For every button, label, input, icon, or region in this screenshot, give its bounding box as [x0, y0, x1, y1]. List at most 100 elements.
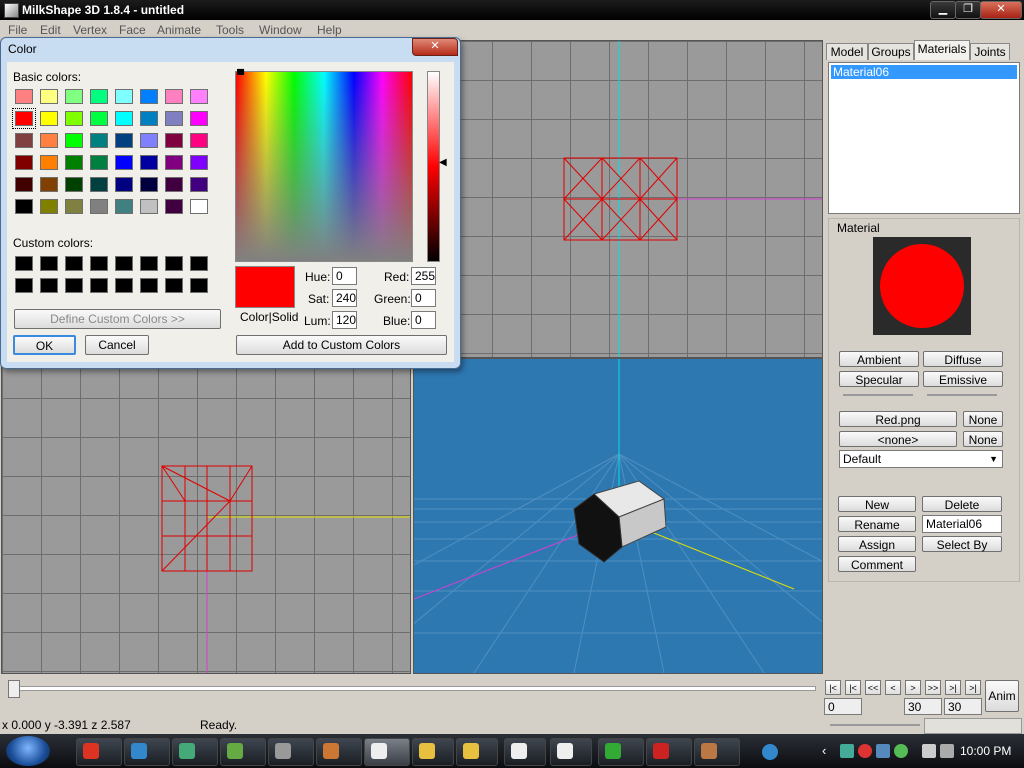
delete-button[interactable]: Delete [922, 496, 1002, 512]
tray-icon[interactable] [840, 744, 854, 758]
basic-color-swatch[interactable] [190, 111, 208, 126]
texture-button[interactable]: Red.png [839, 411, 957, 427]
basic-color-swatch[interactable] [140, 89, 158, 104]
taskbar-item-app2[interactable] [268, 738, 314, 766]
basic-color-swatch[interactable] [12, 108, 36, 129]
anim-button[interactable]: Anim [985, 680, 1019, 712]
transparency-slider[interactable] [927, 394, 997, 396]
basic-color-swatch[interactable] [115, 89, 133, 104]
basic-color-swatch[interactable] [40, 155, 58, 170]
viewport-top-right[interactable] [413, 40, 823, 358]
nav-prev-button[interactable]: < [885, 680, 901, 695]
custom-color-swatch[interactable] [15, 256, 33, 271]
list-item[interactable]: Material06 [831, 65, 1017, 79]
custom-color-swatch[interactable] [165, 278, 183, 293]
custom-color-swatch[interactable] [40, 256, 58, 271]
basic-color-swatch[interactable] [190, 177, 208, 192]
texture-none-button[interactable]: None [963, 411, 1003, 427]
diffuse-button[interactable]: Diffuse [923, 351, 1003, 367]
basic-color-swatch[interactable] [15, 155, 33, 170]
nav-last-button[interactable]: >| [965, 680, 981, 695]
menu-window[interactable]: Window [259, 23, 302, 37]
basic-color-swatch[interactable] [40, 133, 58, 148]
basic-color-swatch[interactable] [140, 133, 158, 148]
basic-color-swatch[interactable] [140, 199, 158, 214]
luminance-pointer-icon[interactable]: ◀ [439, 157, 447, 168]
basic-color-swatch[interactable] [65, 199, 83, 214]
menu-face[interactable]: Face [119, 23, 146, 37]
basic-color-swatch[interactable] [40, 111, 58, 126]
basic-color-swatch[interactable] [90, 155, 108, 170]
basic-color-swatch[interactable] [115, 155, 133, 170]
taskbar-item-folder3[interactable] [456, 738, 498, 766]
nav-forward-button[interactable]: >> [925, 680, 941, 695]
taskbar-item-b2[interactable] [550, 738, 592, 766]
menu-edit[interactable]: Edit [40, 23, 61, 37]
taskbar-item-tools[interactable] [694, 738, 740, 766]
hue-input[interactable]: 0 [332, 267, 357, 285]
material-name-input[interactable]: Material06 [922, 515, 1002, 533]
basic-color-swatch[interactable] [65, 133, 83, 148]
ie-quicklaunch-icon[interactable] [762, 744, 778, 760]
basic-color-swatch[interactable] [165, 89, 183, 104]
taskbar-item-b1[interactable] [504, 738, 546, 766]
rename-button[interactable]: Rename [838, 516, 916, 532]
custom-color-swatch[interactable] [140, 256, 158, 271]
basic-color-swatch[interactable] [15, 199, 33, 214]
menu-help[interactable]: Help [317, 23, 342, 37]
basic-color-swatch[interactable] [140, 111, 158, 126]
blue-input[interactable]: 0 [411, 311, 436, 329]
maximize-button[interactable]: ❐ [955, 1, 981, 19]
nav-rewind-button[interactable]: << [865, 680, 881, 695]
frame-end-field[interactable]: 30 [904, 698, 942, 715]
basic-color-swatch[interactable] [190, 89, 208, 104]
basic-color-swatch[interactable] [90, 89, 108, 104]
menu-tools[interactable]: Tools [216, 23, 244, 37]
basic-color-swatch[interactable] [140, 155, 158, 170]
viewport-bottom-left[interactable] [1, 358, 411, 674]
tray-network-icon[interactable] [876, 744, 890, 758]
lum-input[interactable]: 120 [332, 311, 357, 329]
menu-vertex[interactable]: Vertex [73, 23, 107, 37]
tab-model[interactable]: Model [826, 43, 868, 60]
basic-color-swatch[interactable] [90, 199, 108, 214]
basic-color-swatch[interactable] [190, 155, 208, 170]
nav-first-button[interactable]: |< [825, 680, 841, 695]
cancel-button[interactable]: Cancel [85, 335, 149, 355]
custom-color-swatch[interactable] [65, 278, 83, 293]
dialog-close-button[interactable]: ✕ [412, 38, 458, 56]
basic-color-swatch[interactable] [165, 133, 183, 148]
green-input[interactable]: 0 [411, 289, 436, 307]
custom-color-swatch[interactable] [190, 278, 208, 293]
basic-color-swatch[interactable] [190, 133, 208, 148]
ok-button[interactable]: OK [13, 335, 76, 355]
tray-aim-icon[interactable] [858, 744, 872, 758]
tray-display-icon[interactable] [922, 744, 936, 758]
new-button[interactable]: New [838, 496, 916, 512]
custom-color-swatch[interactable] [190, 256, 208, 271]
custom-color-swatch[interactable] [165, 256, 183, 271]
emissive-button[interactable]: Emissive [923, 371, 1003, 387]
basic-color-swatch[interactable] [115, 199, 133, 214]
taskbar-item-app[interactable] [220, 738, 266, 766]
sat-input[interactable]: 240 [332, 289, 357, 307]
custom-color-swatch[interactable] [90, 256, 108, 271]
basic-color-swatch[interactable] [115, 133, 133, 148]
specular-button[interactable]: Specular [839, 371, 919, 387]
taskbar-item-milkshape[interactable] [364, 738, 410, 766]
frame-slider-thumb[interactable] [8, 680, 20, 698]
close-button[interactable]: ✕ [980, 1, 1022, 19]
mode-select[interactable]: Default ▼ [839, 450, 1003, 468]
basic-color-swatch[interactable] [90, 177, 108, 192]
basic-color-swatch[interactable] [40, 177, 58, 192]
assign-button[interactable]: Assign [838, 536, 916, 552]
alpha-none-button[interactable]: None [963, 431, 1003, 447]
basic-color-swatch[interactable] [65, 177, 83, 192]
shininess-slider[interactable] [843, 394, 913, 396]
tray-expand-icon[interactable]: ‹ [822, 743, 826, 758]
comment-button[interactable]: Comment [838, 556, 916, 572]
start-button[interactable] [6, 736, 50, 766]
select-by-button[interactable]: Select By [922, 536, 1002, 552]
nav-prev-key-button[interactable]: |< [845, 680, 861, 695]
basic-color-swatch[interactable] [65, 155, 83, 170]
